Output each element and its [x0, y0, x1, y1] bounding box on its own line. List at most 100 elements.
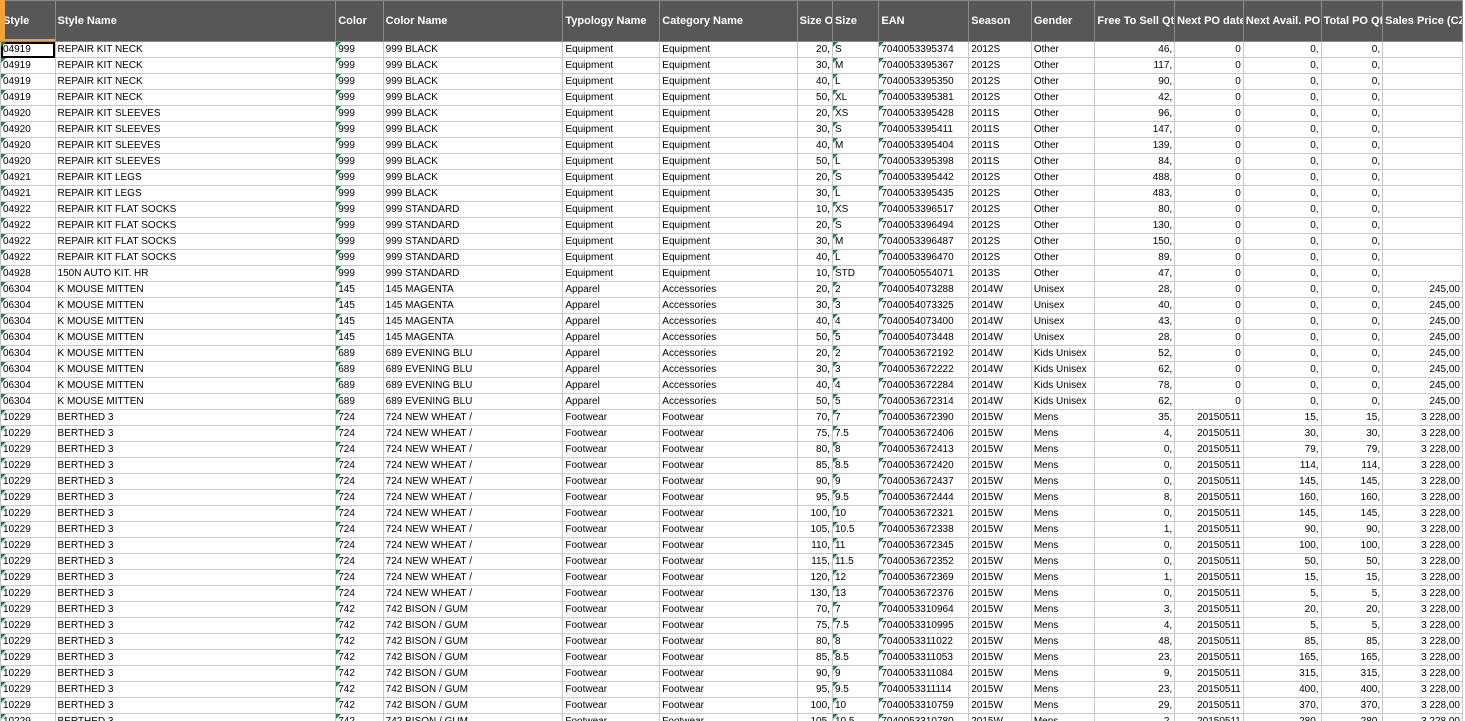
cell-ean[interactable]: 7040054073325 [878, 297, 970, 314]
cell-size[interactable]: L [831, 153, 880, 170]
cell-free-qty[interactable]: 0, [1094, 585, 1176, 602]
cell-color-name[interactable]: 724 NEW WHEAT / [382, 585, 564, 602]
cell-total-po[interactable]: 114, [1320, 457, 1384, 474]
cell-category[interactable]: Footwear [659, 633, 798, 650]
cell-next-po-date[interactable]: 0 [1174, 41, 1244, 58]
cell-free-qty[interactable]: 43, [1094, 313, 1176, 330]
cell-size[interactable]: 11.5 [831, 553, 880, 570]
cell-ean[interactable]: 7040053395428 [878, 105, 970, 122]
cell-season[interactable]: 2015W [968, 521, 1032, 538]
cell-ean[interactable]: 7040054073448 [878, 329, 970, 346]
cell-total-po[interactable]: 370, [1320, 697, 1384, 714]
cell-typology[interactable]: Equipment [562, 137, 661, 154]
cell-gender[interactable]: Kids Unisex [1030, 345, 1096, 362]
cell-color[interactable]: 742 [335, 601, 384, 618]
cell-size[interactable]: 7 [831, 409, 880, 426]
cell-total-po[interactable]: 0, [1320, 41, 1384, 58]
cell-free-qty[interactable]: 1, [1094, 521, 1176, 538]
cell-typology[interactable]: Apparel [562, 281, 661, 298]
cell-color-name[interactable]: 999 BLACK [382, 105, 564, 122]
cell-typology[interactable]: Apparel [562, 345, 661, 362]
cell-size-order[interactable]: 50, [796, 89, 833, 106]
cell-style[interactable]: 04922 [0, 233, 56, 250]
cell-price[interactable]: 3 228,00 [1382, 633, 1463, 650]
cell-style-name[interactable]: BERTHED 3 [54, 473, 337, 490]
cell-size-order[interactable]: 100, [796, 697, 833, 714]
cell-color[interactable]: 724 [335, 473, 384, 490]
cell-size-order[interactable]: 95, [796, 681, 833, 698]
cell-size-order[interactable]: 40, [796, 377, 833, 394]
cell-style[interactable]: 04920 [0, 105, 56, 122]
cell-next-po-date[interactable]: 20150511 [1174, 633, 1244, 650]
cell-color-name[interactable]: 145 MAGENTA [382, 281, 564, 298]
cell-gender[interactable]: Other [1030, 105, 1096, 122]
cell-color[interactable]: 689 [335, 345, 384, 362]
cell-color-name[interactable]: 742 BISON / GUM [382, 681, 564, 698]
column-header-next-po-date[interactable]: Next PO date [1174, 0, 1244, 42]
cell-free-qty[interactable]: 2, [1094, 713, 1176, 721]
cell-next-avail[interactable]: 280, [1242, 713, 1322, 721]
cell-size[interactable]: 4 [831, 313, 880, 330]
cell-next-avail[interactable]: 0, [1242, 361, 1322, 378]
cell-next-po-date[interactable]: 20150511 [1174, 697, 1244, 714]
cell-style-name[interactable]: REPAIR KIT FLAT SOCKS [54, 201, 337, 218]
cell-color[interactable]: 742 [335, 649, 384, 666]
cell-category[interactable]: Footwear [659, 425, 798, 442]
cell-season[interactable]: 2012S [968, 169, 1032, 186]
cell-ean[interactable]: 7040053311084 [878, 665, 970, 682]
cell-gender[interactable]: Mens [1030, 585, 1096, 602]
cell-season[interactable]: 2014W [968, 281, 1032, 298]
cell-price[interactable] [1382, 89, 1463, 106]
cell-category[interactable]: Equipment [659, 201, 798, 218]
cell-category[interactable]: Equipment [659, 249, 798, 266]
cell-next-po-date[interactable]: 0 [1174, 217, 1244, 234]
cell-gender[interactable]: Unisex [1030, 281, 1096, 298]
cell-next-avail[interactable]: 90, [1242, 521, 1322, 538]
cell-typology[interactable]: Footwear [562, 553, 661, 570]
cell-category[interactable]: Equipment [659, 217, 798, 234]
cell-size-order[interactable]: 20, [796, 345, 833, 362]
cell-ean[interactable]: 7040053311022 [878, 633, 970, 650]
cell-season[interactable]: 2014W [968, 313, 1032, 330]
cell-style[interactable]: 10229 [0, 649, 56, 666]
cell-season[interactable]: 2014W [968, 329, 1032, 346]
cell-style-name[interactable]: REPAIR KIT SLEEVES [54, 153, 337, 170]
cell-style-name[interactable]: REPAIR KIT FLAT SOCKS [54, 217, 337, 234]
cell-color[interactable]: 999 [335, 137, 384, 154]
cell-gender[interactable]: Other [1030, 249, 1096, 266]
cell-season[interactable]: 2011S [968, 105, 1032, 122]
cell-style-name[interactable]: K MOUSE MITTEN [54, 393, 337, 410]
cell-price[interactable] [1382, 153, 1463, 170]
cell-next-avail[interactable]: 30, [1242, 425, 1322, 442]
cell-style-name[interactable]: BERTHED 3 [54, 585, 337, 602]
cell-style-name[interactable]: REPAIR KIT LEGS [54, 185, 337, 202]
column-header-size-order[interactable]: Size Order [796, 0, 833, 42]
cell-gender[interactable]: Mens [1030, 649, 1096, 666]
cell-next-po-date[interactable]: 20150511 [1174, 521, 1244, 538]
cell-price[interactable]: 245,00 [1382, 313, 1463, 330]
cell-total-po[interactable]: 15, [1320, 409, 1384, 426]
cell-free-qty[interactable]: 8, [1094, 489, 1176, 506]
cell-free-qty[interactable]: 1, [1094, 569, 1176, 586]
cell-next-avail[interactable]: 0, [1242, 345, 1322, 362]
cell-gender[interactable]: Mens [1030, 425, 1096, 442]
cell-size[interactable]: L [831, 249, 880, 266]
cell-category[interactable]: Footwear [659, 681, 798, 698]
cell-ean[interactable]: 7040053395350 [878, 73, 970, 90]
cell-color-name[interactable]: 999 BLACK [382, 121, 564, 138]
cell-season[interactable]: 2015W [968, 409, 1032, 426]
cell-season[interactable]: 2012S [968, 89, 1032, 106]
cell-ean[interactable]: 7040053672437 [878, 473, 970, 490]
cell-color[interactable]: 724 [335, 489, 384, 506]
cell-next-po-date[interactable]: 0 [1174, 329, 1244, 346]
cell-style-name[interactable]: BERTHED 3 [54, 601, 337, 618]
cell-next-po-date[interactable]: 0 [1174, 185, 1244, 202]
cell-style-name[interactable]: K MOUSE MITTEN [54, 377, 337, 394]
cell-style[interactable]: 04920 [0, 121, 56, 138]
cell-color[interactable]: 999 [335, 169, 384, 186]
cell-style[interactable]: 04920 [0, 153, 56, 170]
cell-season[interactable]: 2015W [968, 713, 1032, 721]
cell-category[interactable]: Equipment [659, 233, 798, 250]
cell-color[interactable]: 724 [335, 569, 384, 586]
cell-price[interactable]: 3 228,00 [1382, 457, 1463, 474]
